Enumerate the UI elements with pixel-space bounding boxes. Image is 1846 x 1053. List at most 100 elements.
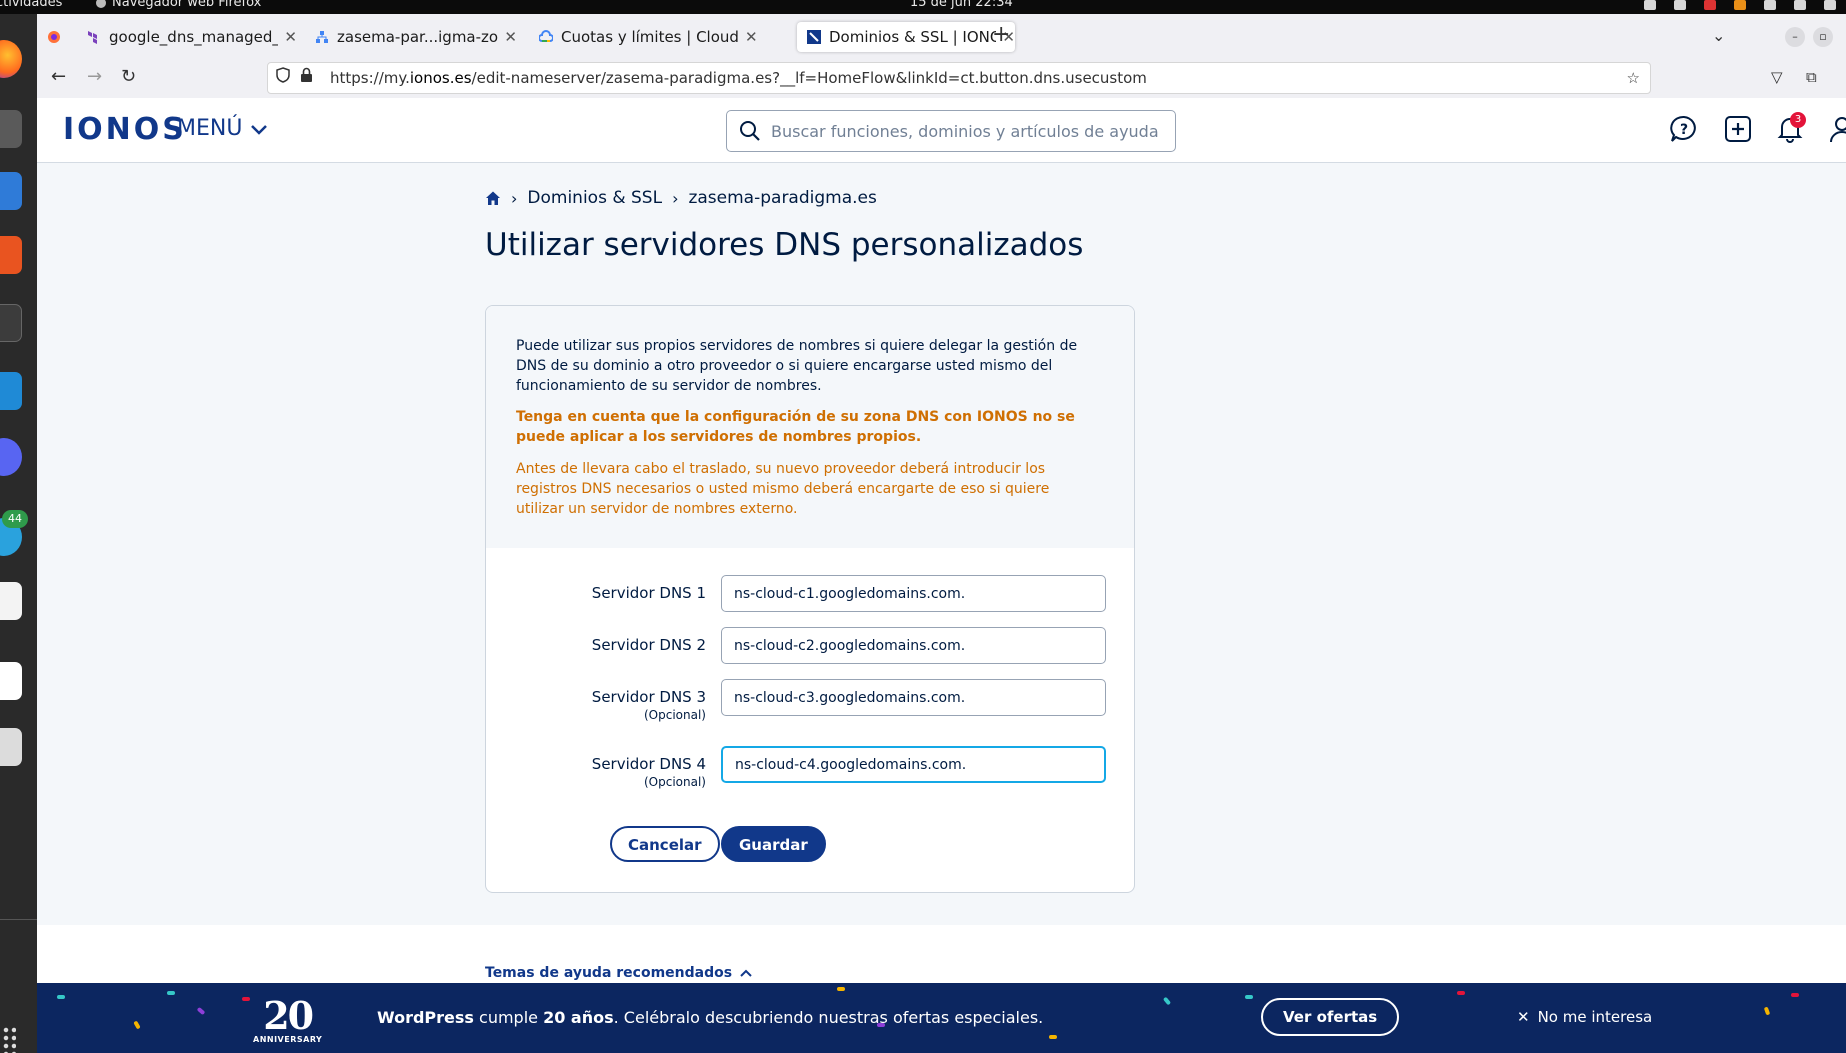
- active-app-indicator[interactable]: Navegador web Firefox: [96, 0, 261, 9]
- reload-icon[interactable]: ↻: [121, 66, 136, 87]
- firefox-dock-icon[interactable]: [0, 40, 22, 78]
- dns-4-optional-hint: (Opcional): [644, 775, 706, 789]
- main-menu-button[interactable]: MENÚ: [177, 116, 268, 141]
- confetti-decoration: [167, 991, 175, 995]
- dock-divider: [0, 919, 37, 920]
- confetti-decoration: [1049, 1035, 1057, 1039]
- anniversary-text: ANNIVERSARY: [253, 1035, 323, 1044]
- breadcrumb-domain[interactable]: zasema-paradigma.es: [688, 188, 876, 208]
- chevron-up-icon: [740, 969, 752, 977]
- dns-1-label-text: Servidor DNS 1: [591, 584, 706, 602]
- user-account-icon[interactable]: [1827, 114, 1846, 144]
- recommended-help-label: Temas de ayuda recomendados: [485, 965, 733, 981]
- files-dock-icon[interactable]: [0, 110, 22, 148]
- active-app-name: Navegador web Firefox: [112, 0, 262, 10]
- browser-chrome: google_dns_managed_zo ✕ zasema-par...igm…: [37, 14, 1846, 98]
- activities-button[interactable]: ctividades: [0, 0, 62, 9]
- intro-text: Puede utilizar sus propios servidores de…: [516, 338, 1078, 394]
- forward-arrow-icon[interactable]: →: [87, 66, 102, 87]
- tracking-protection-shield-icon[interactable]: [276, 63, 290, 93]
- discord-dock-icon[interactable]: [0, 438, 22, 476]
- firefox-view-button[interactable]: [37, 22, 75, 52]
- close-tab-icon[interactable]: ✕: [745, 28, 758, 46]
- confetti-decoration: [1457, 991, 1465, 995]
- chevron-down-icon: [251, 124, 268, 135]
- promo-banner: 20 ANNIVERSARY WordPress cumple 20 años.…: [37, 983, 1846, 1053]
- system-tray[interactable]: [1644, 0, 1836, 10]
- dns-3-input[interactable]: [721, 679, 1106, 716]
- dns-2-input[interactable]: [721, 627, 1106, 664]
- home-icon[interactable]: [485, 190, 501, 206]
- dns-1-input[interactable]: [721, 575, 1106, 612]
- clock[interactable]: 15 de jun 22:34: [910, 0, 1013, 9]
- page-title: Utilizar servidores DNS personalizados: [485, 227, 1084, 263]
- breadcrumb-dominios-ssl[interactable]: Dominios & SSL: [527, 188, 662, 208]
- minimize-window-button[interactable]: –: [1785, 27, 1805, 47]
- url-domain: ionos.es: [409, 69, 472, 87]
- dismiss-promo-button[interactable]: ✕ No me interesa: [1517, 1008, 1652, 1026]
- close-tab-icon[interactable]: ✕: [504, 28, 517, 46]
- confetti-decoration: [1763, 1006, 1771, 1016]
- confetti-decoration: [57, 995, 65, 999]
- back-arrow-icon[interactable]: ←: [51, 66, 66, 87]
- add-icon[interactable]: [1723, 114, 1753, 144]
- vscode-dock-icon[interactable]: [0, 372, 22, 410]
- search-box[interactable]: Buscar funciones, dominios y artículos d…: [726, 110, 1176, 152]
- dns-3-label-text: Servidor DNS 3: [591, 688, 706, 706]
- writer-dock-icon[interactable]: [0, 662, 22, 700]
- lock-icon[interactable]: [300, 63, 313, 93]
- tray-update-icon[interactable]: [1734, 0, 1746, 10]
- custom-dns-card: Puede utilizar sus propios servidores de…: [485, 305, 1135, 893]
- network-icon[interactable]: [1764, 0, 1776, 10]
- ionos-icon: [807, 30, 821, 44]
- tray-mail-icon[interactable]: [1704, 0, 1716, 10]
- recommended-help-toggle[interactable]: Temas de ayuda recomendados: [485, 965, 752, 981]
- dns-1-label: Servidor DNS 1: [486, 584, 706, 602]
- pocket-icon[interactable]: ▽: [1771, 68, 1783, 86]
- url-prefix: https://my.: [330, 69, 410, 87]
- dns-4-input[interactable]: [721, 746, 1106, 783]
- url-bar[interactable]: https://my.ionos.es/edit-nameserver/zase…: [267, 62, 1651, 94]
- breadcrumb: › Dominios & SSL › zasema-paradigma.es: [485, 188, 877, 208]
- software-center-dock-icon[interactable]: [0, 236, 22, 274]
- view-offers-button[interactable]: Ver ofertas: [1261, 998, 1400, 1036]
- extensions-icon[interactable]: ⧉: [1806, 68, 1817, 86]
- close-tab-icon[interactable]: ✕: [284, 28, 297, 46]
- help-chat-icon[interactable]: ?: [1669, 114, 1699, 144]
- list-tabs-chevron-icon[interactable]: ⌄: [1712, 26, 1725, 45]
- url-text: https://my.ionos.es/edit-nameserver/zase…: [330, 63, 1147, 93]
- tab-cuotas-cloud[interactable]: Cuotas y límites | Cloud ✕: [529, 22, 791, 52]
- tab-title: Cuotas y límites | Cloud: [561, 28, 739, 46]
- trash-dock-icon[interactable]: [0, 728, 22, 766]
- dns-4-label-text: Servidor DNS 4: [591, 755, 706, 773]
- document-viewer-dock-icon[interactable]: [0, 172, 22, 210]
- tab-ionos-dominios[interactable]: Dominios & SSL | IONOS ✕: [797, 22, 1015, 52]
- tab-google-dns[interactable]: google_dns_managed_zo ✕: [77, 22, 297, 52]
- close-icon: ✕: [1517, 1008, 1530, 1026]
- power-icon[interactable]: [1824, 0, 1836, 10]
- save-button[interactable]: Guardar: [721, 826, 826, 862]
- promo-text-part: cumple: [473, 1008, 544, 1027]
- confetti-decoration: [1791, 993, 1799, 997]
- tray-app-icon[interactable]: [1674, 0, 1686, 10]
- note-text: Antes de llevara cabo el traslado, su nu…: [516, 461, 1050, 517]
- show-apps-icon[interactable]: [2, 1026, 16, 1053]
- promo-text-part: . Celébralo descubriendo nuestras oferta…: [613, 1008, 1044, 1027]
- tab-title: google_dns_managed_zo: [109, 28, 279, 46]
- tab-bar: google_dns_managed_zo ✕ zasema-par...igm…: [37, 14, 1846, 58]
- restore-window-button[interactable]: ▫: [1813, 27, 1833, 47]
- tab-zasema-zona[interactable]: zasema-par...igma-zona ✕: [305, 22, 517, 52]
- bookmark-star-icon[interactable]: ☆: [1627, 63, 1640, 93]
- terminal-dock-icon[interactable]: [0, 304, 22, 342]
- new-tab-button[interactable]: +: [992, 22, 1010, 47]
- confetti-decoration: [837, 987, 845, 991]
- cancel-button[interactable]: Cancelar: [610, 826, 720, 862]
- text-editor-dock-icon[interactable]: [0, 582, 22, 620]
- dns-2-label: Servidor DNS 2: [486, 636, 706, 654]
- confetti-decoration: [242, 997, 250, 1001]
- volume-icon[interactable]: [1794, 0, 1806, 10]
- promo-message: WordPress cumple 20 años. Celébralo desc…: [377, 1008, 1043, 1027]
- info-panel: Puede utilizar sus propios servidores de…: [486, 306, 1134, 548]
- ionos-logo[interactable]: IONOS: [63, 112, 187, 147]
- tray-app-icon[interactable]: [1644, 0, 1656, 10]
